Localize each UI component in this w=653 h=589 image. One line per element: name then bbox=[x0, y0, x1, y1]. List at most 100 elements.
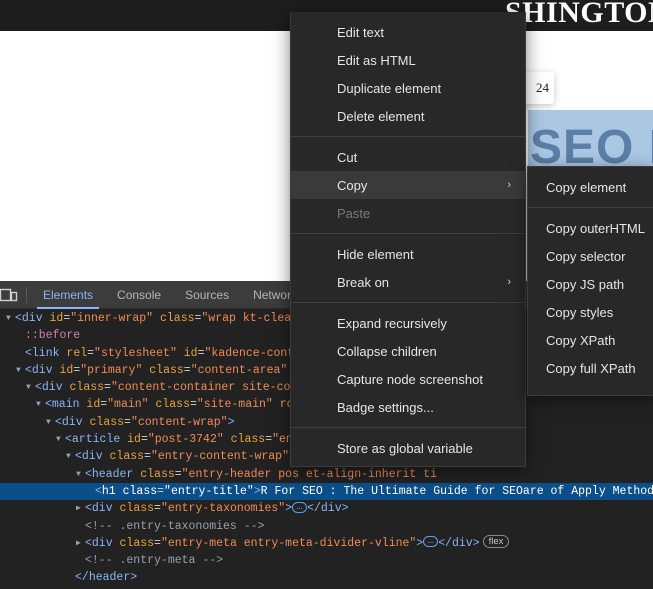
dom-token-txt bbox=[53, 364, 60, 377]
dom-token-pseudo: ::before bbox=[25, 329, 81, 343]
no-chevron-spacer: ▶ bbox=[66, 569, 75, 586]
context-menu-item-paste: Paste bbox=[291, 199, 525, 227]
devtools-tabbar: Elements Console Sources Network bbox=[31, 281, 309, 309]
tab-sources[interactable]: Sources bbox=[173, 281, 241, 309]
submenu-item-label: Copy outerHTML bbox=[546, 220, 645, 236]
submenu-item-copy-full-xpath[interactable]: Copy full XPath bbox=[528, 354, 653, 382]
dom-token-attr: class bbox=[159, 312, 195, 325]
dom-token-punct: < bbox=[15, 312, 22, 325]
dom-token-val: "entry-content-wrap" bbox=[150, 450, 289, 464]
context-menu[interactable]: Edit text Edit as HTML Duplicate element De… bbox=[290, 12, 526, 467]
chevron-down-icon[interactable]: ▼ bbox=[76, 466, 85, 483]
dom-token-punct: < bbox=[55, 415, 62, 429]
chevron-down-icon[interactable]: ▼ bbox=[26, 379, 35, 396]
chevron-down-icon[interactable]: ▼ bbox=[66, 448, 75, 465]
context-menu-item-hide-element[interactable]: Hide element bbox=[291, 240, 525, 268]
dom-token-cmt: <!-- .entry-taxonomies --> bbox=[85, 519, 265, 533]
dom-token-tag: link bbox=[31, 346, 60, 360]
submenu-item-copy-element[interactable]: Copy element bbox=[528, 173, 653, 201]
dom-selected-tail: are of Apply Methods in R</h1> == $0 bbox=[522, 484, 653, 498]
dom-token-punct: < bbox=[95, 484, 102, 498]
flex-badge[interactable]: flex bbox=[482, 535, 510, 549]
submenu-item-copy-js-path[interactable]: Copy JS path bbox=[528, 270, 653, 298]
context-menu-item-copy[interactable]: Copy › bbox=[291, 171, 525, 199]
submenu-item-copy-selector[interactable]: Copy selector bbox=[528, 242, 653, 270]
dom-token-eq: = bbox=[154, 536, 161, 550]
submenu-separator bbox=[528, 207, 653, 208]
no-chevron-spacer: ▶ bbox=[76, 552, 85, 569]
dom-token-eq: = bbox=[197, 346, 205, 360]
menu-separator bbox=[291, 233, 525, 234]
chevron-right-icon[interactable]: ▶ bbox=[76, 535, 85, 552]
chevron-down-icon[interactable]: ▼ bbox=[6, 310, 15, 327]
dom-token-eq: = bbox=[144, 450, 151, 464]
dom-token-txt bbox=[116, 485, 123, 498]
dom-token-punct: < bbox=[45, 398, 52, 412]
dom-token-eq: = bbox=[140, 433, 148, 447]
context-menu-item-edit-as-html[interactable]: Edit as HTML bbox=[291, 46, 525, 74]
context-menu-item-edit-text[interactable]: Edit text bbox=[291, 18, 525, 46]
context-menu-item-store-as-global-variable[interactable]: Store as global variable bbox=[291, 434, 525, 462]
dom-token-punct: < bbox=[85, 467, 92, 481]
dom-token-attr: id bbox=[127, 433, 141, 447]
dom-token-attr: class bbox=[109, 450, 145, 464]
context-menu-item-collapse-children[interactable]: Collapse children bbox=[291, 337, 525, 365]
dom-token-attr: id bbox=[49, 312, 64, 325]
dom-node[interactable]: ▶<!-- .entry-taxonomies --> bbox=[0, 518, 653, 535]
dom-token-attr: class bbox=[149, 363, 184, 377]
context-menu-item-cut[interactable]: Cut bbox=[291, 143, 525, 171]
menu-item-label: Capture node screenshot bbox=[337, 371, 483, 387]
dom-token-attr: class bbox=[119, 502, 155, 516]
menu-item-label: Break on bbox=[337, 274, 390, 290]
dom-node-selected[interactable]: ▶<h1 class="entry-title">R For SEO : The… bbox=[0, 482, 653, 501]
submenu-item-label: Copy full XPath bbox=[546, 360, 636, 376]
menu-item-label: Collapse children bbox=[337, 343, 437, 359]
device-toolbar-icon[interactable] bbox=[0, 281, 24, 309]
context-menu-item-expand-recursively[interactable]: Expand recursively bbox=[291, 309, 525, 337]
context-menu-item-capture-node-screenshot[interactable]: Capture node screenshot bbox=[291, 365, 525, 393]
submenu-item-label: Copy styles bbox=[546, 304, 614, 320]
copy-submenu[interactable]: Copy element Copy outerHTML Copy selector C… bbox=[527, 166, 653, 396]
submenu-item-copy-styles[interactable]: Copy styles bbox=[528, 298, 653, 326]
expand-ellipsis-badge[interactable]: … bbox=[423, 536, 439, 548]
submenu-item-copy-xpath[interactable]: Copy XPath bbox=[528, 326, 653, 354]
context-menu-item-duplicate-element[interactable]: Duplicate element bbox=[291, 74, 525, 102]
dom-token-punct: </div> bbox=[438, 536, 480, 550]
chevron-right-icon[interactable]: ▶ bbox=[76, 500, 85, 517]
tab-console[interactable]: Console bbox=[105, 281, 173, 309]
no-chevron-spacer: ▶ bbox=[76, 518, 85, 535]
dom-token-val: "primary" bbox=[80, 363, 143, 377]
no-chevron-spacer: ▶ bbox=[86, 483, 95, 500]
dom-node[interactable]: ▶</header> bbox=[0, 569, 653, 586]
dom-node[interactable]: ▼ <header class="entry-header pos et-alig… bbox=[0, 466, 653, 483]
dom-node[interactable]: ▶<!-- .entry-meta --> bbox=[0, 552, 653, 569]
context-menu-item-badge-settings[interactable]: Badge settings... bbox=[291, 393, 525, 421]
submenu-item-copy-outerhtml[interactable]: Copy outerHTML bbox=[528, 214, 653, 242]
dom-token-attr: class bbox=[69, 381, 105, 395]
dom-token-tag: h1 bbox=[101, 484, 116, 498]
menu-separator bbox=[291, 427, 525, 428]
menu-item-label: Edit as HTML bbox=[337, 52, 416, 68]
menu-item-label: Store as global variable bbox=[337, 440, 473, 456]
chevron-down-icon[interactable]: ▼ bbox=[36, 396, 45, 413]
chevron-down-icon[interactable]: ▼ bbox=[46, 414, 55, 431]
chevron-down-icon[interactable]: ▼ bbox=[56, 431, 65, 448]
context-menu-item-break-on[interactable]: Break on › bbox=[291, 268, 525, 296]
context-menu-item-delete-element[interactable]: Delete element bbox=[291, 102, 525, 130]
dom-token-punct: > bbox=[416, 536, 424, 550]
tab-elements[interactable]: Elements bbox=[31, 281, 105, 309]
dom-token-tag: div bbox=[91, 502, 113, 516]
expand-ellipsis-badge[interactable]: … bbox=[292, 501, 308, 513]
dom-token-attr: class bbox=[119, 536, 155, 550]
dom-token-punct: < bbox=[85, 536, 92, 550]
dom-node[interactable]: ▶ <div class="entry-taxonomies">… </div> bbox=[0, 500, 653, 517]
dom-token-tag: div bbox=[81, 450, 103, 464]
dom-token-val: "inner-wrap" bbox=[70, 312, 154, 325]
dom-token-tag: header bbox=[88, 571, 131, 585]
chevron-down-icon[interactable]: ▼ bbox=[16, 362, 25, 379]
menu-separator bbox=[291, 302, 525, 303]
dom-token-txt bbox=[113, 537, 120, 550]
dom-token-txt bbox=[113, 502, 120, 515]
dom-token-val: "main" bbox=[107, 398, 149, 412]
dom-node[interactable]: ▶ <div class="entry-meta entry-meta-divid… bbox=[0, 535, 653, 552]
